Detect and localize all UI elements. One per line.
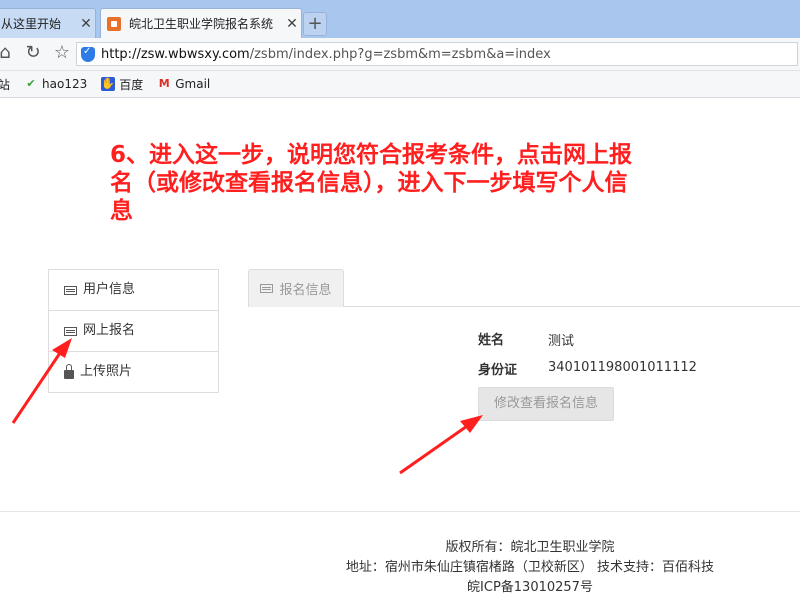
tab-title: 从这里开始 xyxy=(1,17,62,31)
bookmark-site[interactable]: 站 xyxy=(0,76,10,93)
tab-label: 报名信息 xyxy=(279,283,332,298)
close-icon[interactable]: ✕ xyxy=(283,16,301,32)
bookmarks-bar: 站 ✔ hao123 ✋ 百度 M Gmail xyxy=(0,71,800,98)
footer-address: 地址：宿州市朱仙庄镇宿楮路（卫校新区） 技术支持：百佰科技 xyxy=(345,560,715,575)
edit-view-registration-button[interactable]: 修改查看报名信息 xyxy=(478,387,614,421)
baidu-icon: ✋ xyxy=(101,77,116,91)
bookmark-baidu[interactable]: ✋ 百度 xyxy=(101,76,143,93)
sidebar-item-label: 网上报名 xyxy=(83,323,136,338)
id-card-icon xyxy=(64,326,77,336)
sidebar-menu: 用户信息 网上报名 上传照片 xyxy=(48,269,219,393)
name-value: 测试 xyxy=(548,334,575,349)
id-card-icon xyxy=(260,284,274,293)
footer-copyright: 版权所有：皖北卫生职业学院 xyxy=(445,540,615,555)
new-tab-button[interactable]: + xyxy=(303,12,327,36)
star-icon[interactable]: ☆ xyxy=(51,42,73,64)
url-path: /zsbm/index.php?g=zsbm&m=zsbm&a=index xyxy=(249,46,551,62)
sidebar-item-label: 上传照片 xyxy=(80,364,133,379)
tab-title: 皖北卫生职业学院报名系统 xyxy=(129,17,274,31)
footer-icp: 皖ICP备13010257号 xyxy=(467,580,593,595)
id-number-label: 身份证 xyxy=(478,363,518,378)
url-host: http://zsw.wbwsxy.com xyxy=(101,46,250,62)
id-number-value: 340101198001011112 xyxy=(548,360,697,375)
tab-registration-info[interactable]: 报名信息 xyxy=(248,269,344,307)
browser-tab-registration[interactable]: 皖北卫生职业学院报名系统 ✕ xyxy=(100,8,302,38)
bookmark-label: Gmail xyxy=(175,77,211,91)
browser-tab-start[interactable]: 从这里开始 ✕ xyxy=(0,8,96,38)
close-icon[interactable]: ✕ xyxy=(77,16,95,32)
name-label: 姓名 xyxy=(478,333,505,348)
sidebar-item-user-info[interactable]: 用户信息 xyxy=(49,270,218,311)
sidebar-item-label: 用户信息 xyxy=(83,282,136,297)
bookmark-label: 站 xyxy=(0,77,11,92)
lock-icon xyxy=(64,363,74,379)
bookmark-hao123[interactable]: ✔ hao123 xyxy=(24,77,87,91)
hao123-icon: ✔ xyxy=(26,77,36,90)
browser-tab-bar: 从这里开始 ✕ 皖北卫生职业学院报名系统 ✕ + xyxy=(0,0,800,38)
bookmark-label: hao123 xyxy=(42,77,88,91)
instruction-annotation: 6、进入这一步，说明您符合报考条件，点击网上报名（或修改查看报名信息），进入下一… xyxy=(110,142,633,224)
url-input[interactable]: http://zsw.wbwsxy.com/zsbm/index.php?g=z… xyxy=(76,42,798,66)
footer-divider xyxy=(0,511,800,512)
bookmark-label: 百度 xyxy=(119,77,144,92)
id-card-icon xyxy=(64,285,77,295)
bookmark-gmail[interactable]: M Gmail xyxy=(157,77,211,91)
reload-icon[interactable]: ↻ xyxy=(22,42,44,64)
address-bar: ⌂ ↻ ☆ http://zsw.wbwsxy.com/zsbm/index.p… xyxy=(0,38,800,71)
sidebar-item-upload-photo[interactable]: 上传照片 xyxy=(49,352,218,392)
sidebar-item-online-registration[interactable]: 网上报名 xyxy=(49,311,218,352)
home-icon[interactable]: ⌂ xyxy=(0,42,16,64)
security-shield-icon xyxy=(81,46,95,62)
gmail-icon: M xyxy=(158,77,170,90)
site-favicon-icon xyxy=(107,16,121,31)
arrow-to-edit-button xyxy=(399,415,483,475)
